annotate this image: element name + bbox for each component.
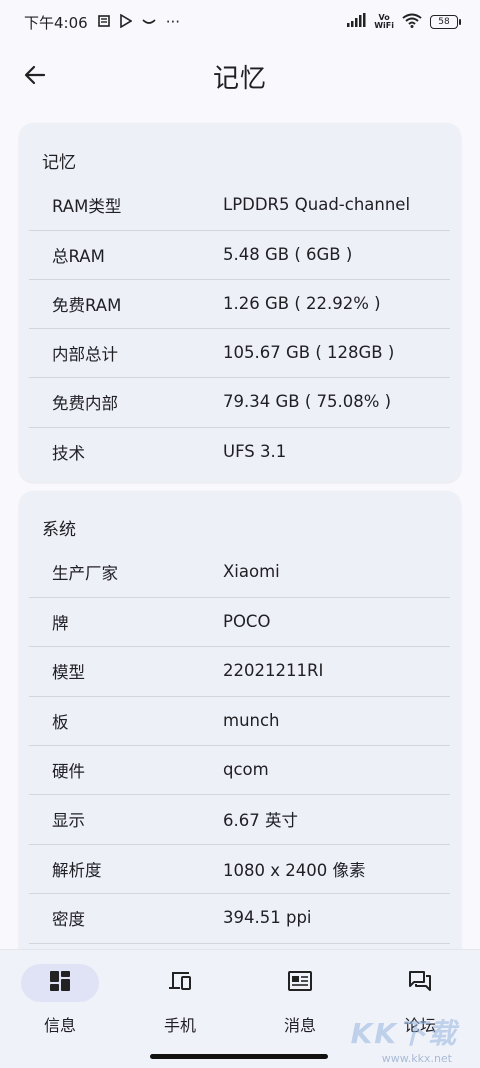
info-row-value: LPDDR5 Quad-channel [223, 195, 411, 214]
devices-icon [167, 969, 193, 997]
info-row-value: 22021211RI [223, 661, 324, 680]
info-row-label: 免费内部 [52, 393, 118, 413]
info-row-value: POCO [223, 612, 271, 631]
info-row-value: 79.34 GB ( 75.08% ) [223, 392, 392, 411]
info-row: 显示 6.67 英寸 [29, 794, 450, 843]
info-row-label: 免费RAM [52, 295, 122, 315]
home-indicator[interactable] [150, 1054, 328, 1059]
info-row: 硬件 qcom [29, 745, 450, 794]
info-row: 内部总计 105.67 GB ( 128GB ) [29, 328, 450, 377]
vowifi-bottom: WiFi [374, 21, 394, 30]
nav-label: 手机 [163, 1016, 196, 1035]
info-row: 密度 394.51 ppi [29, 893, 450, 942]
divider [29, 943, 450, 944]
info-row: 免费RAM 1.26 GB ( 22.92% ) [29, 279, 450, 328]
watermark-url: www.kkx.net [381, 1052, 452, 1065]
notification-icon [97, 14, 111, 31]
forum-icon [407, 969, 433, 997]
info-row-label: 生产厂家 [52, 563, 118, 583]
nav-icon-container [141, 964, 219, 1002]
info-row-value: Xiaomi [223, 562, 280, 581]
info-row: 免费内部 79.34 GB ( 75.08% ) [29, 377, 450, 426]
info-row: 解析度 1080 x 2400 像素 [29, 844, 450, 893]
wifi-icon [402, 13, 422, 32]
info-row-value: munch [223, 711, 280, 730]
info-row-label: 总RAM [52, 246, 105, 266]
battery-icon: 58 [430, 15, 461, 29]
memory-card: 记忆 RAM类型 LPDDR5 Quad-channel 总RAM 5.48 G… [19, 123, 461, 482]
info-row: 牌 POCO [29, 597, 450, 646]
info-row-value: 105.67 GB ( 128GB ) [223, 343, 395, 362]
signal-icon [346, 13, 366, 31]
info-row-value: 6.67 英寸 [223, 810, 298, 830]
nav-label: 信息 [43, 1016, 76, 1035]
info-row-value: 5.48 GB ( 6GB ) [223, 245, 353, 264]
info-row-value: 1.26 GB ( 22.92% ) [223, 294, 381, 313]
info-row-label: 密度 [52, 909, 85, 929]
status-bar-right: Vo WiFi 58 [346, 13, 461, 32]
nav-item-phone[interactable]: 手机 [120, 964, 240, 1044]
info-row-value: qcom [223, 760, 269, 779]
battery-level: 58 [438, 17, 450, 27]
info-row: 板 munch [29, 696, 450, 745]
memory-card-title: 记忆 [42, 153, 76, 173]
system-card-title: 系统 [42, 520, 76, 540]
info-row: 总RAM 5.48 GB ( 6GB ) [29, 230, 450, 279]
info-row: 生产厂家 Xiaomi [29, 547, 450, 596]
info-row: 技术 UFS 3.1 [29, 427, 450, 476]
info-row-label: 模型 [52, 662, 85, 682]
info-row-label: 显示 [52, 810, 85, 830]
info-row-label: 硬件 [52, 761, 85, 781]
info-row-value: 394.51 ppi [223, 908, 312, 927]
info-row-label: 内部总计 [52, 344, 118, 364]
nav-icon-container [261, 964, 339, 1002]
smile-icon [141, 15, 157, 29]
page-title: 记忆 [212, 64, 267, 94]
play-store-icon [119, 13, 133, 31]
info-row-label: RAM类型 [52, 196, 122, 216]
status-bar-left: 下午4:06 ··· [24, 12, 180, 33]
watermark: KK下载 [350, 1017, 458, 1050]
status-bar: 下午4:06 ··· Vo WiFi 58 [0, 0, 480, 44]
info-row: RAM类型 LPDDR5 Quad-channel [29, 180, 450, 229]
nav-label: 消息 [283, 1016, 316, 1035]
app-bar: 记忆 [0, 44, 480, 108]
nav-item-news[interactable]: 消息 [240, 964, 360, 1044]
info-row-value: 1080 x 2400 像素 [223, 860, 366, 880]
info-row-label: 技术 [52, 443, 85, 463]
info-row-value: UFS 3.1 [223, 442, 287, 461]
nav-active-indicator [21, 964, 99, 1002]
system-card: 系统 生产厂家 Xiaomi 牌 POCO 模型 22021211RI 板 mu… [19, 491, 461, 971]
nav-item-info[interactable]: 信息 [0, 964, 120, 1044]
vowifi-indicator: Vo WiFi [374, 14, 394, 30]
info-row: 模型 22021211RI [29, 646, 450, 695]
info-row-label: 解析度 [52, 860, 102, 880]
more-notifications: ··· [165, 13, 180, 31]
status-time: 下午4:06 [24, 13, 88, 32]
newspaper-icon [287, 969, 313, 997]
nav-icon-container [381, 964, 459, 1002]
info-row-label: 板 [52, 712, 69, 732]
info-row-label: 牌 [52, 613, 69, 633]
dashboard-icon [48, 969, 72, 997]
